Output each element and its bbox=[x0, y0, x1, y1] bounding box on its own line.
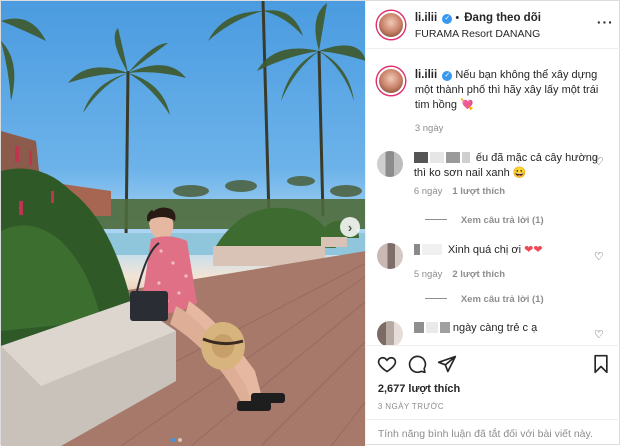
photo-illustration bbox=[1, 1, 365, 446]
view-replies-link[interactable]: Xem câu trả lời (1) bbox=[425, 215, 544, 226]
post-header: li.ilii ✓ • Đang theo dõi FURAMA Resort … bbox=[365, 1, 620, 49]
author-avatar[interactable] bbox=[376, 11, 405, 39]
caption-avatar[interactable] bbox=[376, 67, 405, 95]
comment-text: ếu đã mặc cả cây hường thì ko sơn nail x… bbox=[413, 152, 599, 179]
comment-bubble-icon[interactable] bbox=[407, 354, 427, 374]
carousel-dot bbox=[178, 438, 182, 442]
comment-text-block: ếu đã mặc cả cây hường thì ko sơn nail x… bbox=[414, 151, 604, 181]
comment-meta: 5 ngày 2 lượt thích bbox=[414, 269, 505, 280]
commenter-avatar[interactable] bbox=[376, 151, 403, 177]
carousel-dots bbox=[171, 438, 182, 442]
comment-likes[interactable]: 1 lượt thích bbox=[452, 186, 505, 197]
comment-item: ngày càng trẻ c ạ bbox=[376, 321, 613, 345]
post-photo[interactable]: › bbox=[1, 1, 365, 446]
grin-emoji: 😀 bbox=[512, 167, 527, 179]
comment-item: Xinh quá chị ơi ❤❤ 5 ngày 2 lượt thích Xe… bbox=[376, 243, 613, 315]
caption-time[interactable]: 3 ngày bbox=[415, 123, 444, 134]
verified-badge-icon: ✓ bbox=[442, 71, 453, 81]
heart-emoji: 💘 bbox=[460, 99, 474, 111]
chevron-right-icon: › bbox=[347, 219, 353, 235]
comment-likes[interactable]: 2 lượt thích bbox=[452, 269, 505, 280]
heart-outline-icon[interactable] bbox=[377, 354, 397, 374]
caption-username[interactable]: li.ilii bbox=[415, 69, 437, 81]
author-username[interactable]: li.ilii bbox=[415, 12, 437, 24]
comment-text: ngày càng trẻ c ạ bbox=[452, 322, 538, 334]
more-options-icon[interactable]: ··· bbox=[597, 14, 614, 30]
separator-dot: • bbox=[455, 12, 463, 24]
post-modal: › li.ilii ✓ • Đang theo dõi FURAMA Resor… bbox=[0, 0, 620, 446]
comments-disabled-note: Tính năng bình luận đã tắt đối với bài v… bbox=[365, 419, 620, 446]
following-button[interactable]: Đang theo dõi bbox=[464, 12, 541, 24]
send-icon[interactable] bbox=[437, 354, 457, 374]
red-hearts-emoji: ❤❤ bbox=[524, 244, 543, 256]
blurred-username[interactable] bbox=[413, 322, 450, 333]
view-replies-link[interactable]: Xem câu trả lời (1) bbox=[425, 294, 544, 305]
comment-time[interactable]: 5 ngày bbox=[414, 269, 443, 280]
comment-meta: 6 ngày 1 lượt thích bbox=[414, 186, 505, 197]
header-title-line: li.ilii ✓ • Đang theo dõi bbox=[415, 12, 541, 24]
location-link[interactable]: FURAMA Resort DANANG bbox=[415, 28, 540, 40]
commenter-avatar[interactable] bbox=[376, 243, 403, 269]
comment-time[interactable]: 6 ngày bbox=[414, 186, 443, 197]
comment-text: Xinh quá chị ơi bbox=[447, 244, 522, 256]
likes-count[interactable]: 2,677 lượt thích bbox=[378, 383, 460, 395]
post-actions: 2,677 lượt thích 3 NGÀY TRƯỚC Tính năng … bbox=[365, 345, 620, 446]
next-slide-button[interactable]: › bbox=[340, 217, 360, 237]
post-side-panel: li.ilii ✓ • Đang theo dõi FURAMA Resort … bbox=[364, 1, 620, 446]
commenter-avatar[interactable] bbox=[376, 321, 403, 345]
verified-badge-icon: ✓ bbox=[442, 14, 453, 24]
comment-item: ếu đã mặc cả cây hường thì ko sơn nail x… bbox=[376, 151, 613, 231]
post-date[interactable]: 3 NGÀY TRƯỚC bbox=[378, 402, 444, 411]
carousel-dot-active bbox=[171, 438, 175, 442]
caption-text-block: li.ilii ✓ Nếu bạn không thể xây dựng một… bbox=[415, 68, 611, 113]
small-heart-icon[interactable]: ♡ bbox=[594, 250, 604, 263]
small-heart-icon[interactable]: ♡ bbox=[594, 155, 604, 168]
bookmark-icon[interactable] bbox=[591, 354, 611, 374]
small-heart-icon[interactable]: ♡ bbox=[594, 328, 604, 341]
comment-text-block: Xinh quá chị ơi ❤❤ bbox=[448, 243, 543, 258]
blurred-username[interactable] bbox=[413, 244, 442, 255]
